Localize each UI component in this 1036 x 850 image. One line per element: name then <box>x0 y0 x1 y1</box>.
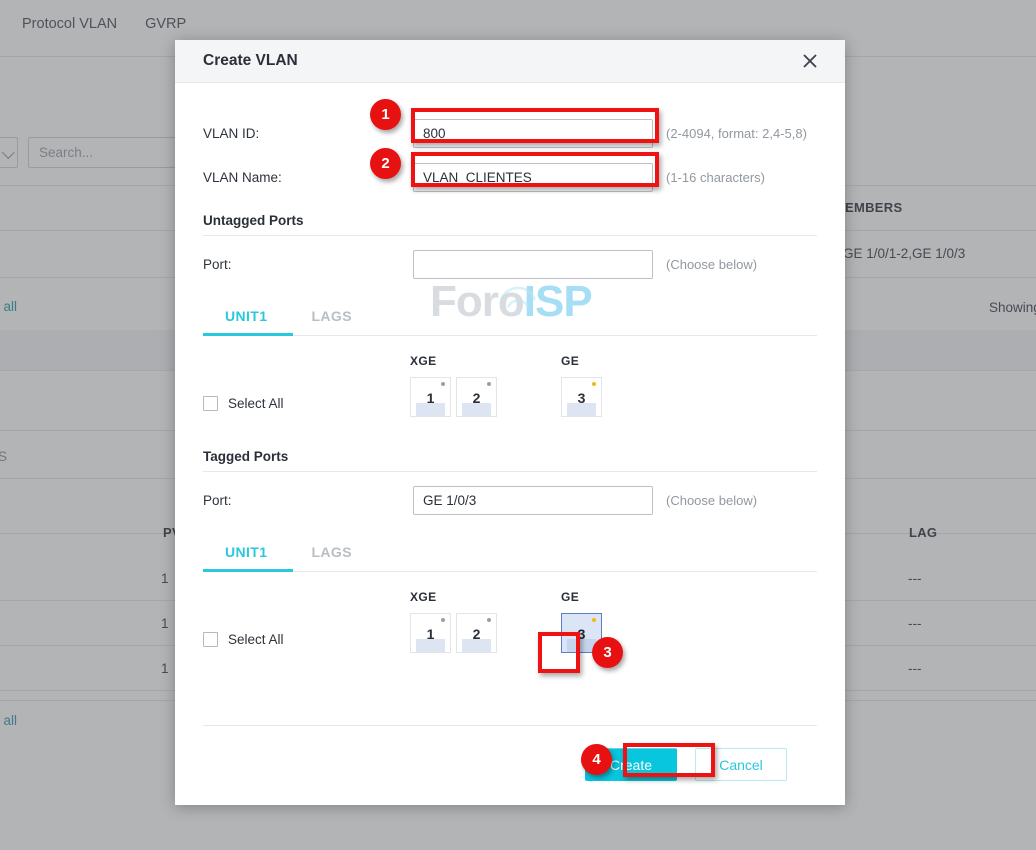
tagged-tab-lags[interactable]: LAGS <box>289 544 374 571</box>
untagged-port-row: Port: (Choose below) <box>203 236 817 292</box>
tagged-port-xge-1[interactable]: 1 <box>410 613 451 653</box>
vlan-id-input[interactable] <box>413 118 653 148</box>
untagged-ports-area: Select All XGE 1 2 GE 3 <box>203 354 817 417</box>
tagged-port-hint: (Choose below) <box>666 492 758 508</box>
port-led-icon <box>441 382 445 386</box>
close-icon[interactable] <box>799 50 821 72</box>
vlan-name-hint: (1-16 characters) <box>666 169 765 185</box>
tagged-select-all-checkbox[interactable] <box>203 632 218 647</box>
vlan-name-row: VLAN Name: (1-16 characters) <box>203 155 817 199</box>
vlan-id-row: VLAN ID: (2-4094, format: 2,4-5,8) <box>203 111 817 155</box>
dialog-header: Create VLAN <box>175 40 845 83</box>
tagged-port-input[interactable] <box>413 485 653 515</box>
port-jack-icon <box>567 403 596 416</box>
port-led-icon <box>487 618 491 622</box>
untagged-tab-unit1[interactable]: UNIT1 <box>203 308 289 335</box>
port-led-icon <box>592 618 596 622</box>
untagged-select-all-label: Select All <box>228 396 284 411</box>
port-jack-icon <box>416 403 445 416</box>
port-led-icon <box>487 382 491 386</box>
untagged-ports-title: Untagged Ports <box>203 213 304 228</box>
port-led-icon <box>441 618 445 622</box>
untagged-port-hint: (Choose below) <box>666 256 758 272</box>
untagged-group-ge-label: GE <box>561 354 580 368</box>
untagged-port-ge-3[interactable]: 3 <box>561 377 602 417</box>
untagged-port-xge-2[interactable]: 2 <box>456 377 497 417</box>
untagged-port-xge-1[interactable]: 1 <box>410 377 451 417</box>
tagged-port-xge-2[interactable]: 2 <box>456 613 497 653</box>
untagged-tabs: UNIT1 LAGS <box>203 308 817 336</box>
annotation-badge-3: 3 <box>592 637 623 668</box>
create-vlan-dialog: Create VLAN VLAN ID: (2-4094, format: 2,… <box>175 40 845 805</box>
dialog-action-buttons: Create Cancel <box>203 748 817 781</box>
untagged-select-all-checkbox[interactable] <box>203 396 218 411</box>
tagged-ports-title: Tagged Ports <box>203 449 289 464</box>
untagged-select-all[interactable]: Select All <box>203 396 410 417</box>
tagged-group-ge-label: GE <box>561 590 580 604</box>
vlan-id-hint: (2-4094, format: 2,4-5,8) <box>666 125 807 141</box>
tagged-select-all-label: Select All <box>228 632 284 647</box>
port-jack-icon <box>462 639 491 652</box>
tagged-port-row: Port: (Choose below) <box>203 472 817 528</box>
annotation-badge-1: 1 <box>370 99 401 130</box>
dialog-body: VLAN ID: (2-4094, format: 2,4-5,8) VLAN … <box>175 111 845 653</box>
untagged-port-input[interactable] <box>413 249 653 279</box>
tagged-tab-unit1[interactable]: UNIT1 <box>203 544 289 571</box>
tagged-group-xge-label: XGE <box>410 590 437 604</box>
port-led-icon <box>592 382 596 386</box>
port-jack-icon <box>462 403 491 416</box>
tagged-tabs: UNIT1 LAGS <box>203 544 817 572</box>
tagged-group-xge: XGE 1 2 <box>410 590 497 653</box>
port-jack-icon <box>416 639 445 652</box>
untagged-group-ge: GE 3 <box>561 354 602 417</box>
dialog-title: Create VLAN <box>203 52 298 69</box>
vlan-name-input[interactable] <box>413 162 653 192</box>
tagged-port-label: Port: <box>203 492 232 508</box>
untagged-group-xge-label: XGE <box>410 354 437 368</box>
footer-divider <box>203 725 817 726</box>
tagged-ports-area: Select All XGE 1 2 GE 3 <box>203 590 817 653</box>
cancel-button[interactable]: Cancel <box>695 748 787 781</box>
annotation-badge-4: 4 <box>581 744 612 775</box>
dialog-footer: Create Cancel <box>203 725 817 781</box>
untagged-group-xge: XGE 1 2 <box>410 354 497 417</box>
annotation-badge-2: 2 <box>370 148 401 179</box>
tagged-select-all[interactable]: Select All <box>203 632 410 653</box>
untagged-port-label: Port: <box>203 256 232 272</box>
untagged-tab-lags[interactable]: LAGS <box>289 308 374 335</box>
